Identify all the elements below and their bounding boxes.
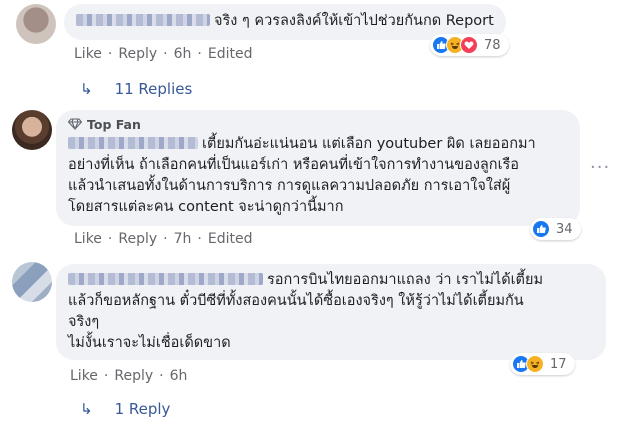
reply-arrow-icon: ↳ bbox=[80, 400, 93, 418]
reply-button[interactable]: Reply bbox=[114, 368, 153, 384]
separator: · bbox=[197, 231, 202, 247]
comment-actions: Like · Reply · 6h · Edited bbox=[74, 46, 252, 62]
like-button[interactable]: Like bbox=[70, 368, 98, 384]
comment-line: ไม่งั้นเราจะไม่เชื่อเด็ดขาด bbox=[68, 335, 231, 351]
separator: · bbox=[103, 368, 109, 384]
view-replies-link[interactable]: ↳ 11 Replies bbox=[80, 80, 192, 98]
avatar[interactable] bbox=[12, 262, 52, 302]
blurred-author-name[interactable] bbox=[76, 14, 210, 26]
reactions-summary[interactable]: 34 bbox=[530, 218, 581, 240]
comment-text: จริง ๆ ควรลงลิงค์ให้เข้าไปช่วยกันกด Repo… bbox=[214, 13, 494, 29]
comment-line: รอการบินไทยออกมาแถลง ว่า เราไม่ได้เตี้ยม bbox=[68, 270, 594, 291]
separator: · bbox=[163, 46, 168, 62]
comment-line: แล้วนำเสนอทั้งในด้านการบริการ การดูแลควา… bbox=[68, 178, 511, 194]
reply-button[interactable]: Reply bbox=[118, 46, 157, 62]
reactions-summary[interactable]: 17 bbox=[510, 353, 575, 375]
reply-arrow-icon: ↳ bbox=[80, 80, 93, 98]
like-button[interactable]: Like bbox=[74, 231, 102, 247]
comment-line: แล้วก็ขอหลักฐาน ตั๋วบีซีที่ทั้งสองคนนั้น… bbox=[68, 293, 524, 309]
edited-label[interactable]: Edited bbox=[208, 231, 253, 247]
separator: · bbox=[159, 368, 164, 384]
replies-count-text: 1 Reply bbox=[114, 400, 171, 418]
reactions-summary[interactable]: 78 bbox=[430, 34, 509, 56]
more-options-icon[interactable]: ··· bbox=[590, 157, 610, 178]
avatar[interactable] bbox=[12, 110, 52, 150]
reaction-count: 78 bbox=[484, 37, 501, 53]
comment-bubble: รอการบินไทยออกมาแถลง ว่า เราไม่ได้เตี้ยม… bbox=[56, 264, 606, 360]
separator: · bbox=[107, 231, 113, 247]
replies-count-text: 11 Replies bbox=[114, 80, 193, 98]
love-icon bbox=[460, 36, 478, 54]
top-fan-badge[interactable]: Top Fan bbox=[68, 114, 568, 134]
comment-line: เตี้ยมกันอ่ะแน่นอน แต่เลือก youtuber ผิด… bbox=[68, 134, 568, 155]
reply-button[interactable]: Reply bbox=[118, 231, 157, 247]
timestamp[interactable]: 6h bbox=[170, 368, 188, 384]
comment-bubble: Top Fan เตี้ยมกันอ่ะแน่นอน แต่เลือก yout… bbox=[56, 110, 580, 226]
comment-line: จริงๆ bbox=[68, 314, 100, 330]
edited-label[interactable]: Edited bbox=[208, 46, 253, 62]
haha-icon bbox=[526, 355, 544, 373]
comment-line: อย่างที่เห็น ถ้าเลือกคนที่เป็นแอร์เก่า ห… bbox=[68, 157, 520, 173]
timestamp[interactable]: 6h bbox=[174, 46, 192, 62]
comment-actions: Like · Reply · 6h bbox=[70, 368, 187, 384]
timestamp[interactable]: 7h bbox=[174, 231, 192, 247]
reaction-count: 34 bbox=[556, 221, 573, 237]
comment-text: เตี้ยมกันอ่ะแน่นอน แต่เลือก youtuber ผิด… bbox=[68, 134, 568, 218]
comment-actions: Like · Reply · 7h · Edited bbox=[74, 231, 252, 247]
blurred-author-name[interactable] bbox=[68, 273, 263, 285]
reaction-count: 17 bbox=[550, 356, 567, 372]
separator: · bbox=[197, 46, 202, 62]
separator: · bbox=[163, 231, 168, 247]
like-icon bbox=[532, 220, 550, 238]
comment-line: โดยสารแต่ละคน content จะน่าดูกว่านี้มาก bbox=[68, 199, 344, 215]
blurred-author-name[interactable] bbox=[68, 137, 198, 149]
diamond-icon bbox=[68, 118, 82, 130]
badge-label: Top Fan bbox=[87, 116, 141, 132]
like-button[interactable]: Like bbox=[74, 46, 102, 62]
view-replies-link[interactable]: ↳ 1 Reply bbox=[80, 400, 170, 418]
separator: · bbox=[107, 46, 113, 62]
avatar[interactable] bbox=[16, 4, 56, 44]
